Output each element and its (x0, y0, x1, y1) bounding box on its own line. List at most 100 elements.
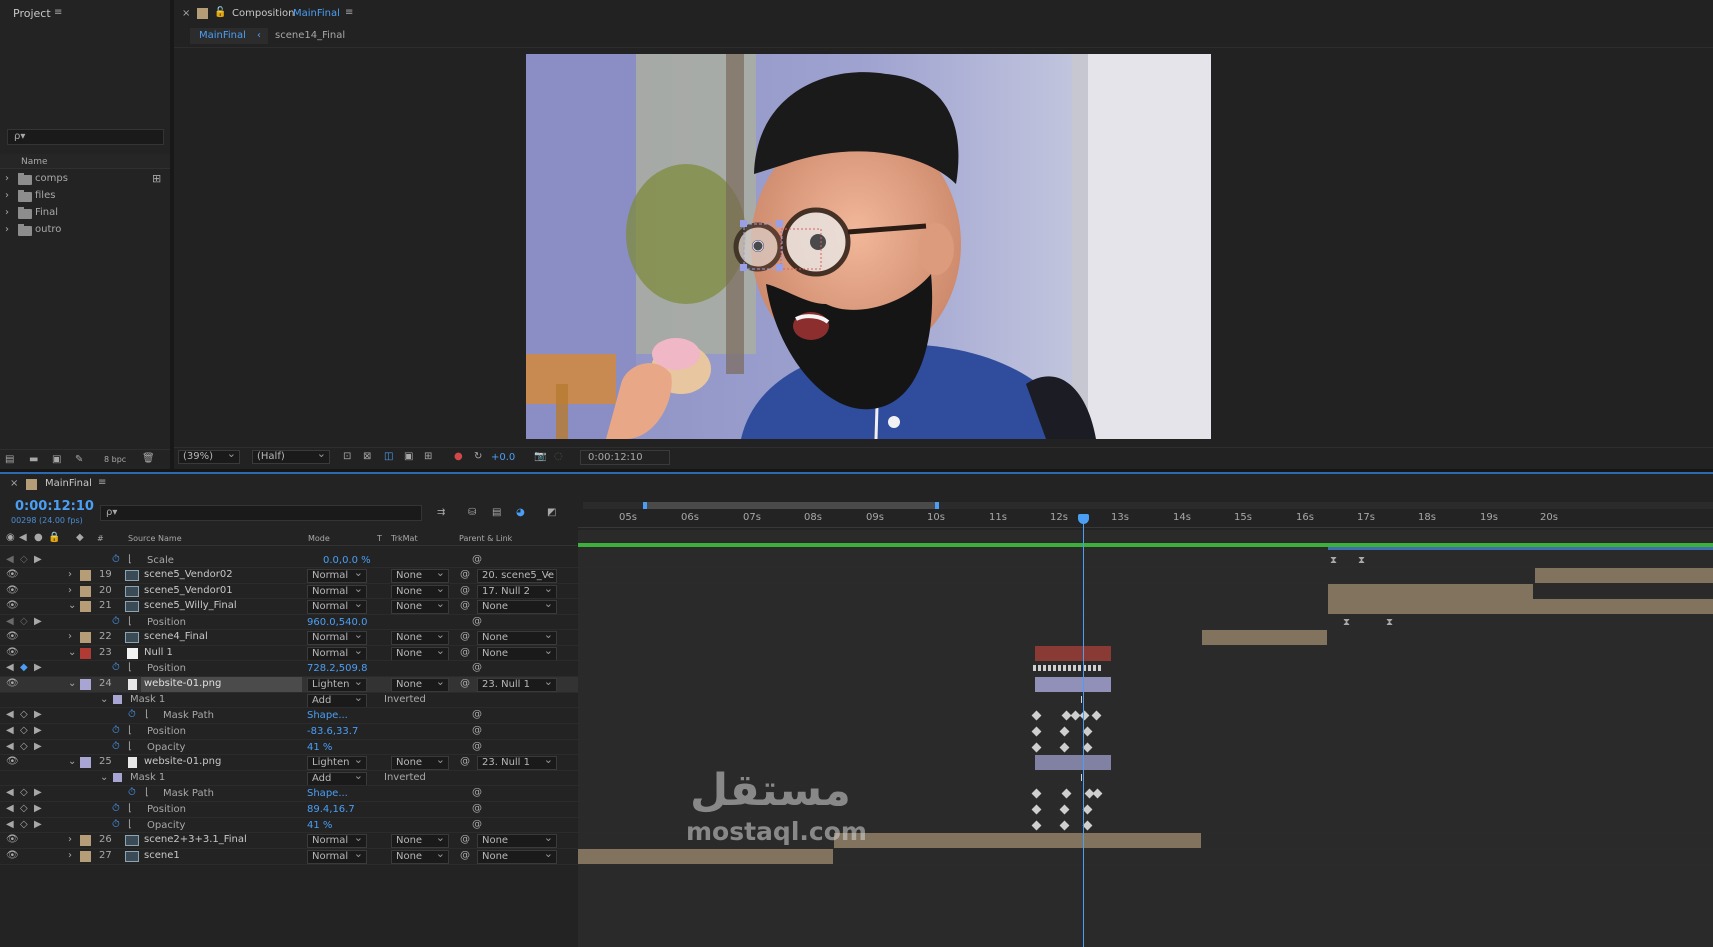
viewer-timecode[interactable]: 0:00:12:10 (580, 450, 670, 465)
add-keyframe-icon[interactable]: ◇ (20, 616, 28, 628)
eye-icon[interactable]: 👁 (6, 569, 19, 581)
add-keyframe-icon[interactable]: ◇ (20, 741, 28, 753)
render-icon[interactable]: ✎ (75, 454, 83, 466)
blend-mode-dropdown[interactable]: Normal (307, 585, 367, 599)
keyframe-active-icon[interactable]: ◆ (20, 662, 28, 674)
collapse-arrow-icon[interactable]: ⌄ (100, 771, 108, 785)
collapse-arrow-icon[interactable]: ⌄ (100, 693, 108, 707)
blend-mode-dropdown[interactable]: Normal (307, 647, 367, 661)
graph-icon[interactable]: ⌊ (128, 616, 132, 628)
label-swatch[interactable] (80, 570, 91, 581)
hold-keyframe-icon[interactable]: ⧗ (1343, 617, 1350, 629)
pickwhip-icon[interactable]: @ (472, 819, 482, 831)
next-keyframe-icon[interactable]: ▶ (34, 741, 42, 753)
blend-mode-dropdown[interactable]: Normal (307, 834, 367, 848)
parent-dropdown[interactable]: 20. scene5_Ve (477, 569, 557, 583)
collapse-arrow-icon[interactable]: ⌄ (68, 646, 76, 660)
new-folder-icon[interactable]: ▬ (29, 454, 38, 466)
lock-column-icon[interactable]: 🔒 (48, 532, 60, 544)
pickwhip-icon[interactable]: @ (472, 554, 482, 566)
label-swatch[interactable] (80, 679, 91, 690)
grid-icon[interactable]: ⊞ (424, 451, 432, 463)
trkmat-dropdown[interactable]: None (391, 850, 449, 864)
eye-icon[interactable]: 👁 (6, 585, 19, 597)
timeline-search-input[interactable]: ρ▾ (100, 505, 422, 521)
new-composition-icon[interactable]: ▣ (52, 454, 61, 466)
trkmat-dropdown[interactable]: None (391, 569, 449, 583)
property-row-mask-path[interactable]: ◀ ◇ ▶ ⏱ ⌊ Mask Path Shape... @ (0, 708, 578, 723)
layer-name[interactable]: website-01.png (144, 755, 221, 769)
panel-menu-icon[interactable]: ≡ (54, 7, 62, 19)
pickwhip-icon[interactable]: @ (460, 850, 470, 862)
flowchart-icon[interactable]: ⊞ (152, 173, 161, 185)
graph-icon[interactable]: ⌊ (128, 741, 132, 753)
transparency-grid-icon[interactable]: ⊠ (363, 451, 371, 463)
parent-dropdown[interactable]: None (477, 850, 557, 864)
property-row-position[interactable]: ◀ ◆ ▶ ⏱ ⌊ Position 728.2,509.8 @ (0, 661, 578, 676)
show-snapshot-icon[interactable]: ◌ (554, 451, 563, 463)
add-keyframe-icon[interactable]: ◇ (20, 787, 28, 799)
blend-mode-dropdown[interactable]: Normal (307, 600, 367, 614)
property-row-scale[interactable]: ◀ ◇ ▶ ⏱ ⌊ Scale 0.0,0.0 % @ (0, 553, 578, 568)
project-item-final[interactable]: › Final (0, 205, 170, 222)
layer-row[interactable]: 👁 › 26 scene2+3+3.1_Final Normal None @ … (0, 833, 578, 848)
trkmat-dropdown[interactable]: None (391, 647, 449, 661)
layer-row[interactable]: 👁 › 20 scene5_Vendor01 Normal None @ 17.… (0, 584, 578, 599)
property-row-position[interactable]: ◀ ◇ ▶ ⏱ ⌊ Position 89.4,16.7 @ (0, 802, 578, 817)
hold-keyframe-icon[interactable]: ⧗ (1358, 555, 1365, 567)
channel-icon[interactable]: ● (454, 451, 463, 463)
layer-row-selected[interactable]: 👁 ⌄ 24 website-01.png Lighten None @ 23.… (0, 677, 578, 692)
property-row-mask-path[interactable]: ◀ ◇ ▶ ⏱ ⌊ Mask Path Shape... @ (0, 786, 578, 801)
pickwhip-icon[interactable]: @ (472, 709, 482, 721)
breadcrumb-next[interactable]: scene14_Final (275, 29, 345, 43)
eye-icon[interactable]: 👁 (6, 850, 19, 862)
stopwatch-icon[interactable]: ⏱ (112, 554, 120, 566)
snapshot-icon[interactable]: 📷 (534, 451, 546, 463)
eye-icon[interactable]: 👁 (6, 631, 19, 643)
work-area-range[interactable] (643, 502, 939, 509)
layer-name[interactable]: scene5_Vendor01 (144, 584, 233, 598)
layer-name[interactable]: scene5_Willy_Final (144, 599, 237, 613)
graph-icon[interactable]: ⌊ (128, 819, 132, 831)
guide-options-icon[interactable]: ▣ (404, 451, 413, 463)
pickwhip-icon[interactable]: @ (472, 803, 482, 815)
eye-icon[interactable]: 👁 (6, 678, 19, 690)
current-time-indicator[interactable] (1083, 516, 1084, 947)
pickwhip-icon[interactable]: @ (460, 678, 470, 690)
eye-icon[interactable]: 👁 (6, 647, 19, 659)
layer-name[interactable]: scene5_Vendor02 (144, 568, 233, 582)
layer-duration-bar[interactable] (1328, 584, 1533, 599)
visibility-column-icon[interactable]: ◉ (6, 532, 15, 544)
t-header[interactable]: T (377, 532, 382, 546)
next-keyframe-icon[interactable]: ▶ (34, 787, 42, 799)
pickwhip-icon[interactable]: @ (472, 725, 482, 737)
label-swatch[interactable] (80, 632, 91, 643)
mask-visibility-icon[interactable]: ◫ (384, 451, 393, 463)
trkmat-dropdown[interactable]: None (391, 678, 449, 692)
graph-icon[interactable]: ⌊ (145, 787, 149, 799)
number-column-header[interactable]: # (97, 532, 104, 546)
close-tab-icon[interactable]: × (182, 7, 190, 21)
next-keyframe-icon[interactable]: ▶ (34, 709, 42, 721)
project-item-files[interactable]: › files (0, 188, 170, 205)
label-swatch[interactable] (80, 648, 91, 659)
prev-keyframe-icon[interactable]: ◀ (6, 803, 14, 815)
property-row-opacity[interactable]: ◀ ◇ ▶ ⏱ ⌊ Opacity 41 % @ (0, 818, 578, 833)
magnification-dropdown[interactable]: (39%) (178, 450, 240, 464)
parent-dropdown[interactable]: None (477, 600, 557, 614)
layer-duration-bar[interactable] (1535, 568, 1713, 583)
stopwatch-icon[interactable]: ⏱ (128, 709, 136, 721)
breadcrumb-active[interactable]: MainFinal ‹ (190, 28, 268, 44)
prev-keyframe-icon[interactable]: ◀ (6, 725, 14, 737)
property-row-position[interactable]: ◀ ◇ ▶ ⏱ ⌊ Position 960.0,540.0 @ (0, 615, 578, 630)
project-title[interactable]: Project (13, 7, 51, 21)
layer-duration-bar[interactable] (1035, 677, 1111, 692)
expand-arrow-icon[interactable]: › (68, 630, 72, 644)
eye-icon[interactable]: 👁 (6, 600, 19, 612)
label-column-icon[interactable]: ◆ (76, 532, 84, 544)
property-row-position[interactable]: ◀ ◇ ▶ ⏱ ⌊ Position -83.6,33.7 @ (0, 724, 578, 739)
exposure-value[interactable]: +0.0 (491, 451, 515, 465)
label-swatch[interactable] (80, 586, 91, 597)
property-value[interactable]: 89.4,16.7 (307, 803, 355, 817)
blend-mode-dropdown[interactable]: Normal (307, 850, 367, 864)
